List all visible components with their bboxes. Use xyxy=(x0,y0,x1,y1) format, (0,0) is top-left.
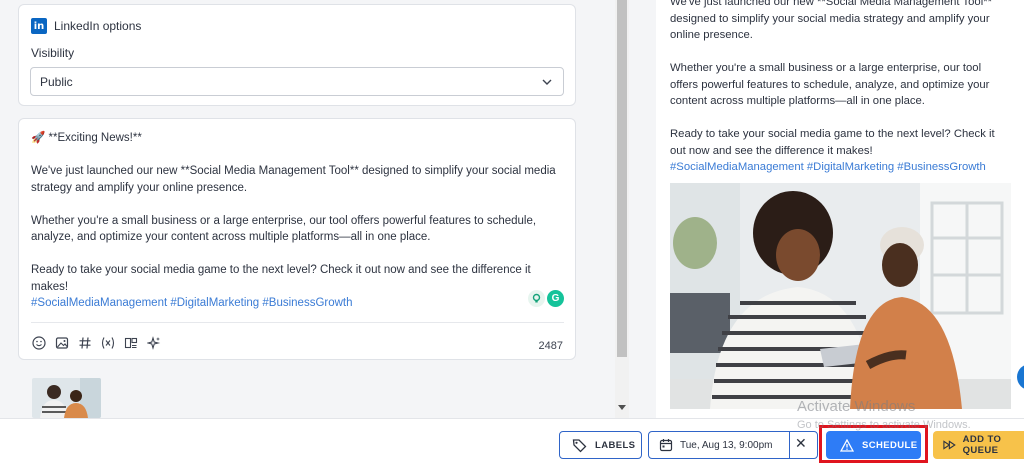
schedule-button[interactable]: SCHEDULE xyxy=(826,431,921,459)
schedule-date-value: Tue, Aug 13, 9:00pm xyxy=(680,439,773,451)
tag-icon xyxy=(572,438,587,452)
lightbulb-icon[interactable] xyxy=(528,290,545,307)
linkedin-post-preview: We've just launched our new **Social Med… xyxy=(656,0,1024,418)
schedule-date-picker[interactable]: Tue, Aug 13, 9:00pm ✕ xyxy=(648,431,818,459)
post-text-area[interactable]: 🚀 **Exciting News!** We've just launched… xyxy=(31,130,559,312)
scrollbar-thumb[interactable] xyxy=(617,0,627,357)
preview-hashtags: #SocialMediaManagement #DigitalMarketing… xyxy=(670,161,986,173)
editor-scrollbar[interactable] xyxy=(615,0,629,418)
schedule-label: SCHEDULE xyxy=(862,439,918,451)
post-paragraph-1: We've just launched our new **Social Med… xyxy=(31,165,556,194)
windows-activation-watermark: Activate Windows xyxy=(797,398,916,415)
visibility-select[interactable]: Public xyxy=(30,67,564,96)
character-count: 2487 xyxy=(538,340,563,352)
attached-image-thumbnail[interactable] xyxy=(32,378,101,418)
linkedin-options-title: LinkedIn options xyxy=(54,19,142,33)
template-icon[interactable] xyxy=(123,335,139,351)
hashtag-icon[interactable] xyxy=(77,335,93,351)
editor-toolbar xyxy=(31,335,162,351)
post-headline: 🚀 **Exciting News!** xyxy=(31,132,142,144)
scroll-down-arrow-icon[interactable] xyxy=(618,405,626,410)
post-editor-card[interactable]: 🚀 **Exciting News!** We've just launched… xyxy=(18,118,576,360)
preview-pane: We've just launched our new **Social Med… xyxy=(632,0,1024,418)
calendar-icon xyxy=(659,439,673,452)
divider xyxy=(789,432,790,458)
preview-paragraph-1: We've just launched our new **Social Med… xyxy=(670,0,993,41)
add-to-queue-button[interactable]: ADD TO QUEUE xyxy=(933,431,1024,459)
clear-date-icon[interactable]: ✕ xyxy=(795,436,807,452)
visibility-value: Public xyxy=(40,74,73,89)
emoji-icon[interactable] xyxy=(31,335,47,351)
add-to-queue-label: ADD TO QUEUE xyxy=(962,434,1002,456)
post-paragraph-2: Whether you're a small business or a lar… xyxy=(31,214,537,244)
image-icon[interactable] xyxy=(54,335,70,351)
labels-button[interactable]: LABELS xyxy=(559,431,642,459)
preview-paragraph-2: Whether you're a small business or a lar… xyxy=(670,62,990,107)
post-hashtags: #SocialMediaManagement #DigitalMarketing… xyxy=(31,297,353,309)
variable-icon[interactable] xyxy=(100,335,116,351)
fast-forward-icon xyxy=(943,440,956,450)
editor-pane: in LinkedIn options Visibility Public 🚀 … xyxy=(0,0,593,418)
preview-image xyxy=(670,183,1011,409)
preview-paragraph-3: Ready to take your social media game to … xyxy=(670,128,995,157)
windows-activation-subtext: Go to Settings to activate Windows. xyxy=(797,419,971,431)
visibility-label: Visibility xyxy=(31,46,75,60)
writing-assistant[interactable]: G xyxy=(528,290,564,307)
linkedin-icon: in xyxy=(31,18,47,34)
labels-label: LABELS xyxy=(595,439,636,451)
ai-sparkle-icon[interactable] xyxy=(146,335,162,351)
warning-icon xyxy=(840,438,854,452)
post-paragraph-3: Ready to take your social media game to … xyxy=(31,264,531,293)
preview-text: We've just launched our new **Social Med… xyxy=(670,0,1010,176)
grammarly-icon[interactable]: G xyxy=(547,290,564,307)
chevron-down-icon xyxy=(542,79,552,85)
linkedin-options-card: in LinkedIn options Visibility Public xyxy=(18,4,576,106)
divider xyxy=(31,322,564,323)
linkedin-options-header: in LinkedIn options xyxy=(31,18,141,34)
